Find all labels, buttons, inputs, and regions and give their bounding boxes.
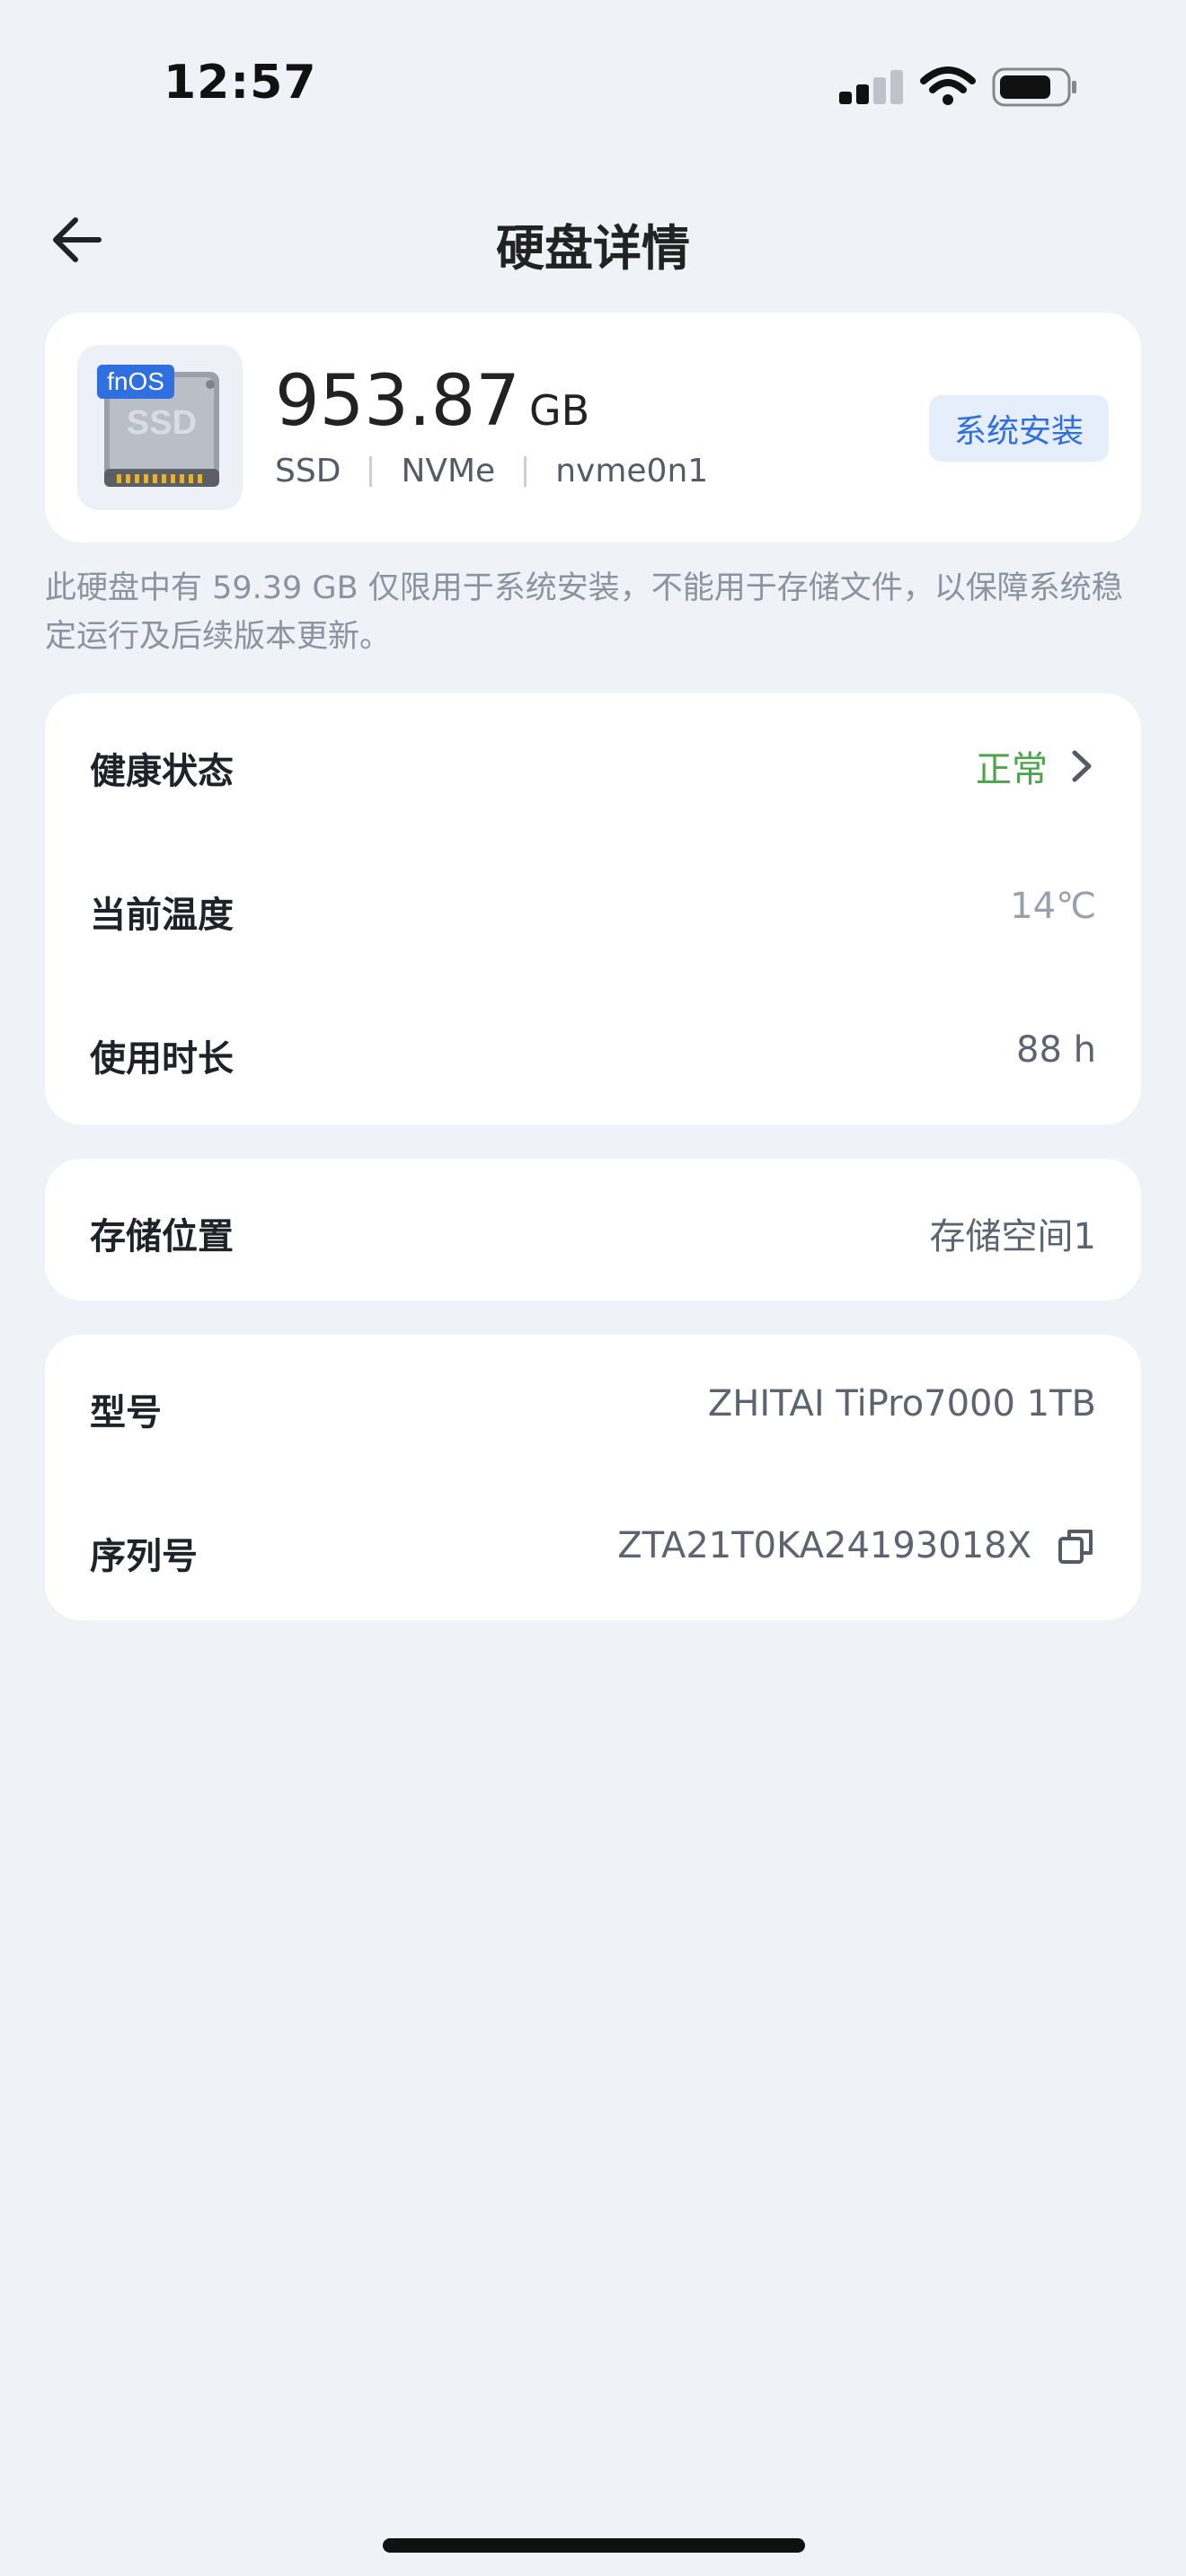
usage-duration-value: 88 h	[1016, 1029, 1096, 1071]
tag-interface: NVMe	[401, 453, 496, 490]
tag-divider	[524, 455, 527, 487]
capacity-unit: GB	[528, 386, 590, 435]
ssd-label-text: SSD	[126, 404, 198, 442]
system-install-badge: 系统安装	[929, 395, 1109, 462]
serial-number-value: ZTA21T0KA24193018X	[617, 1525, 1031, 1566]
tag-type: SSD	[275, 453, 341, 490]
status-time: 12:57	[164, 56, 317, 110]
capacity-value: 953.87	[275, 361, 520, 442]
disk-info-card	[45, 1335, 1141, 1620]
fnos-badge-text: fnOS	[107, 367, 164, 395]
tag-device: nvme0n1	[555, 453, 709, 490]
serial-number-row: ZTA21T0KA24193018X	[617, 1525, 1096, 1566]
page-title: 硬盘详情	[496, 220, 690, 277]
cellular-signal-icon	[839, 70, 903, 104]
chevron-right-icon	[1072, 750, 1092, 782]
wifi-icon	[920, 66, 976, 105]
temperature-label: 当前温度	[90, 895, 234, 936]
battery-icon	[992, 67, 1076, 107]
model-label: 型号	[90, 1392, 162, 1434]
ssd-disk-icon: fnOS SSD	[77, 345, 243, 510]
usage-duration-label: 使用时长	[90, 1038, 234, 1080]
storage-location-value: 存储空间1	[929, 1216, 1096, 1257]
home-indicator	[383, 2538, 805, 2553]
disk-tags: SSD NVMe nvme0n1	[275, 453, 708, 490]
tag-divider	[369, 455, 373, 487]
model-value: ZHITAI TiPro7000 1TB	[707, 1383, 1096, 1425]
capacity: 953.87 GB	[275, 361, 589, 442]
storage-location-label: 存储位置	[90, 1216, 234, 1257]
copy-icon[interactable]	[1057, 1526, 1096, 1566]
health-status-label: 健康状态	[90, 751, 234, 792]
health-status-row[interactable]: 正常	[976, 740, 1096, 792]
system-partition-note: 此硬盘中有 59.39 GB 仅限用于系统安装，不能用于存储文件，以保障系统稳定…	[45, 570, 1123, 655]
temperature-value: 14℃	[1010, 886, 1096, 927]
health-status-value: 正常	[976, 749, 1048, 790]
serial-number-label: 序列号	[90, 1536, 198, 1577]
